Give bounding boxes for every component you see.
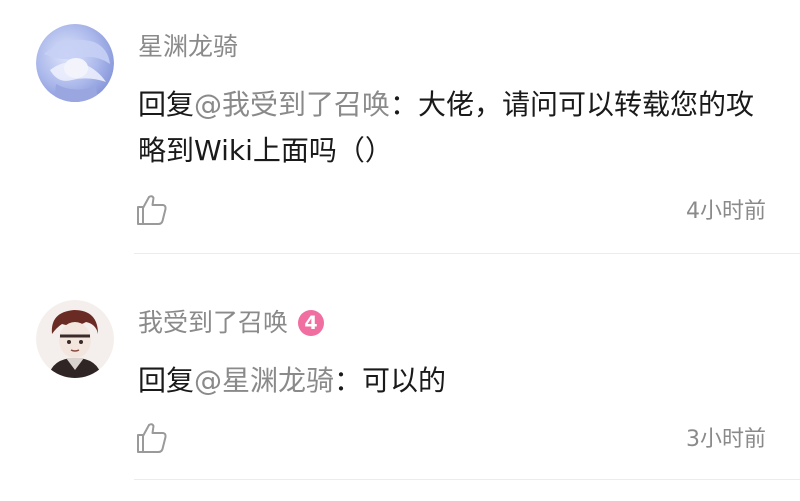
reply-prefix: 回复 — [138, 88, 195, 121]
like-button[interactable] — [134, 420, 170, 456]
separator: ： — [334, 364, 363, 397]
username[interactable]: 星渊龙骑 — [138, 32, 238, 62]
avatar[interactable] — [36, 24, 114, 102]
avatar-image — [36, 24, 114, 102]
mention-link[interactable]: @我受到了召唤 — [194, 88, 390, 121]
timestamp: 4小时前 — [686, 199, 766, 224]
mention-link[interactable]: @星渊龙骑 — [194, 364, 334, 397]
thumbs-up-icon — [137, 423, 167, 453]
avatar[interactable] — [36, 300, 114, 378]
level-badge: 4 — [298, 310, 325, 336]
username-text[interactable]: 我受到了召唤 — [138, 308, 288, 338]
separator: ： — [390, 88, 419, 121]
timestamp: 3小时前 — [686, 427, 766, 452]
comment-item: 星渊龙骑 回复@我受到了召唤：大佬，请问可以转载您的攻略到Wiki上面吗（） 4… — [0, 0, 800, 254]
comment-item: 我受到了召唤 4 回复@星渊龙骑：可以的 3小时前 — [0, 254, 800, 501]
avatar-image — [36, 300, 114, 378]
divider — [134, 479, 800, 480]
comment-body: 回复@星渊龙骑：可以的 — [138, 358, 778, 404]
comment-text: 可以的 — [362, 364, 447, 397]
username[interactable]: 我受到了召唤 4 — [138, 308, 325, 338]
like-button[interactable] — [134, 192, 170, 228]
comment-body: 回复@我受到了召唤：大佬，请问可以转载您的攻略到Wiki上面吗（） — [138, 82, 778, 174]
reply-prefix: 回复 — [138, 364, 195, 397]
thumbs-up-icon — [137, 195, 167, 225]
